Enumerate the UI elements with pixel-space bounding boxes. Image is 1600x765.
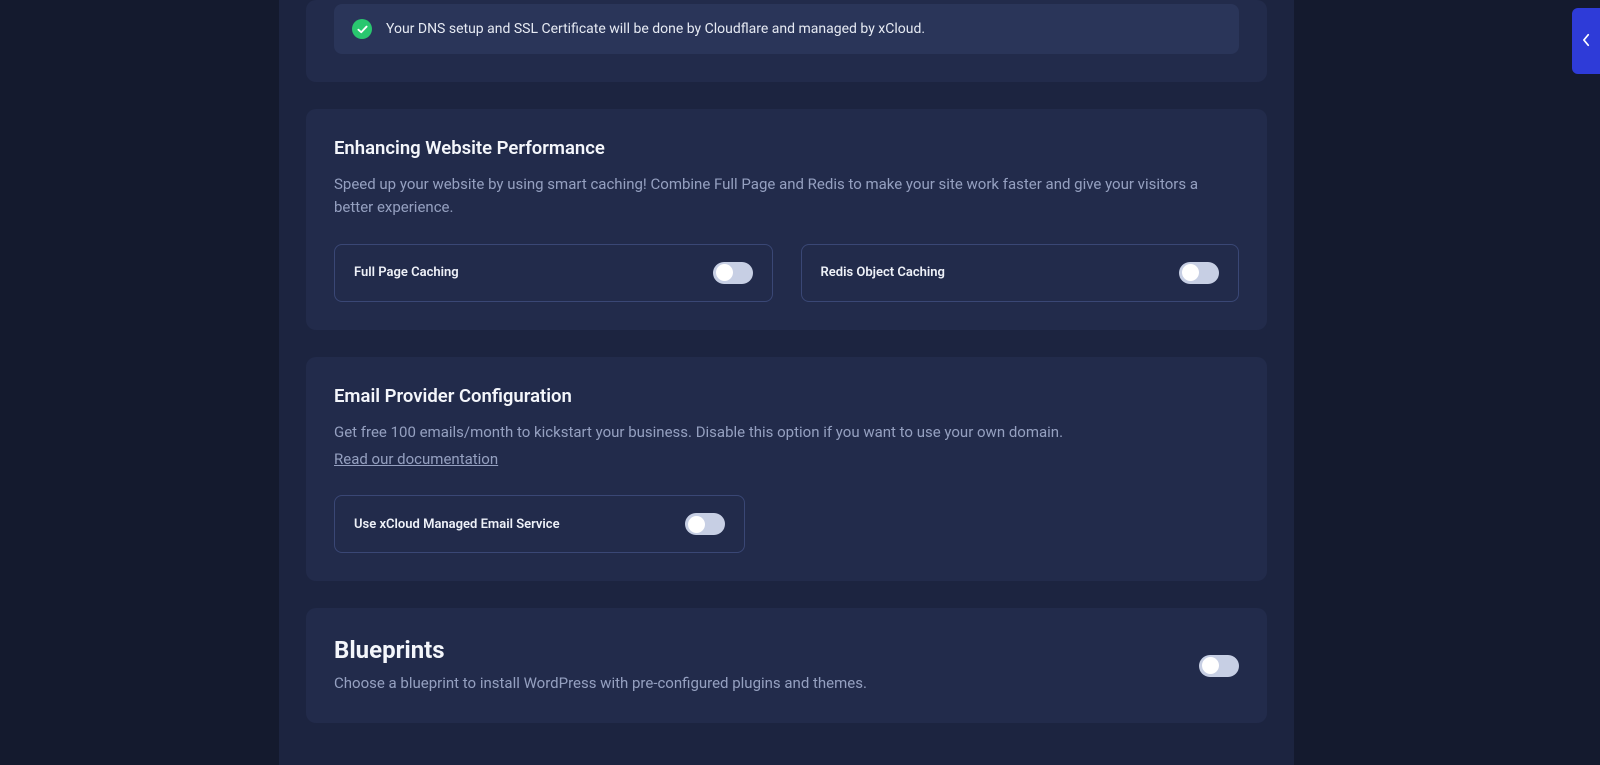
blueprints-title: Blueprints (334, 636, 1199, 664)
performance-desc: Speed up your website by using smart cac… (334, 173, 1239, 220)
performance-title: Enhancing Website Performance (334, 137, 1239, 159)
email-title: Email Provider Configuration (334, 385, 1239, 407)
email-desc-text: Get free 100 emails/month to kickstart y… (334, 423, 1063, 441)
documentation-link[interactable]: Read our documentation (334, 448, 498, 471)
managed-email-label: Use xCloud Managed Email Service (354, 517, 560, 532)
full-page-caching-label: Full Page Caching (354, 265, 459, 280)
collapse-drawer-button[interactable] (1572, 8, 1600, 74)
email-desc: Get free 100 emails/month to kickstart y… (334, 421, 1239, 472)
performance-options: Full Page Caching Redis Object Caching (334, 244, 1239, 302)
email-card: Email Provider Configuration Get free 10… (306, 357, 1267, 582)
full-page-caching-toggle[interactable] (713, 262, 753, 284)
blueprints-toggle[interactable] (1199, 655, 1239, 677)
blueprints-card: Blueprints Choose a blueprint to install… (306, 608, 1267, 723)
redis-object-caching-label: Redis Object Caching (821, 265, 945, 280)
check-circle-icon (352, 19, 372, 39)
dns-ssl-notice: Your DNS setup and SSL Certificate will … (334, 4, 1239, 54)
dns-ssl-card: Your DNS setup and SSL Certificate will … (306, 0, 1267, 82)
blueprints-desc: Choose a blueprint to install WordPress … (334, 672, 1199, 695)
managed-email-option: Use xCloud Managed Email Service (334, 495, 745, 553)
performance-card: Enhancing Website Performance Speed up y… (306, 109, 1267, 330)
redis-object-caching-toggle[interactable] (1179, 262, 1219, 284)
email-options: Use xCloud Managed Email Service (334, 495, 1239, 553)
full-page-caching-option: Full Page Caching (334, 244, 773, 302)
chevron-left-icon (1582, 32, 1591, 51)
notice-text: Your DNS setup and SSL Certificate will … (386, 21, 925, 37)
settings-panel: Your DNS setup and SSL Certificate will … (279, 0, 1294, 765)
redis-object-caching-option: Redis Object Caching (801, 244, 1240, 302)
managed-email-toggle[interactable] (685, 513, 725, 535)
